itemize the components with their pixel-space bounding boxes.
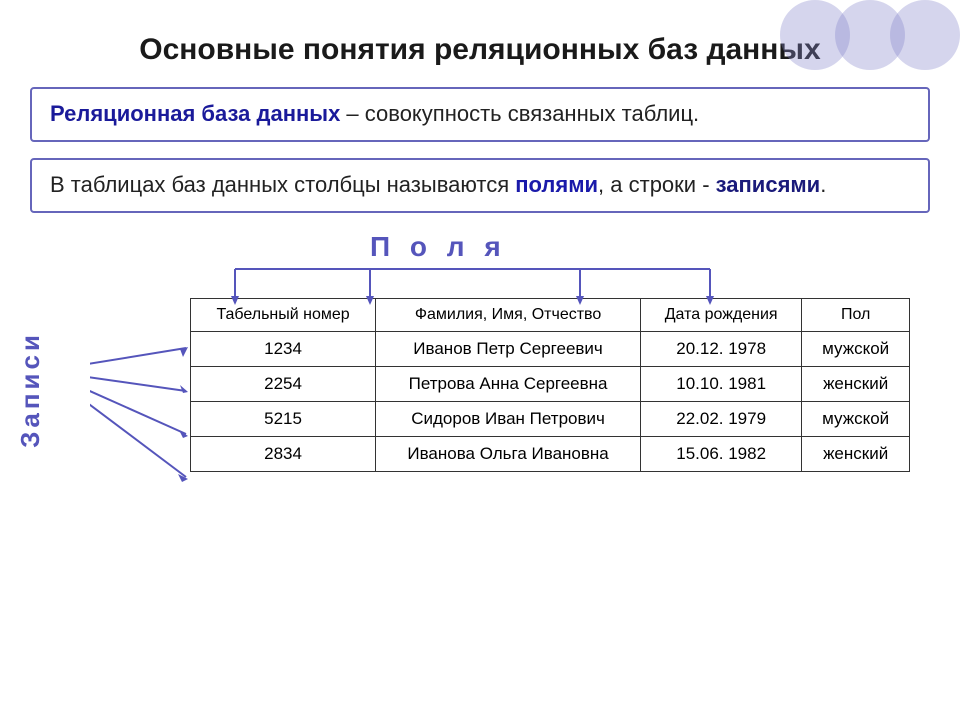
cell-1-3: женский: [802, 366, 910, 401]
col-header-2: Фамилия, Имя, Отчество: [376, 298, 641, 331]
records-label: Записи: [15, 331, 46, 448]
table-row: 2254Петрова Анна Сергеевна10.10. 1981жен…: [191, 366, 910, 401]
cell-2-1: Сидоров Иван Петрович: [376, 401, 641, 436]
col-header-4: Пол: [802, 298, 910, 331]
cell-1-2: 10.10. 1981: [641, 366, 802, 401]
diagram-area: Записи П о л я Табельный номер Фамилия, …: [90, 231, 930, 472]
table-row: 5215Сидоров Иван Петрович22.02. 1979мужс…: [191, 401, 910, 436]
cell-0-0: 1234: [191, 331, 376, 366]
col-header-1: Табельный номер: [191, 298, 376, 331]
table-wrapper: Табельный номер Фамилия, Имя, Отчество Д…: [190, 298, 930, 472]
cell-3-2: 15.06. 1982: [641, 436, 802, 471]
records-label-wrapper: Записи: [15, 331, 46, 453]
cell-2-3: мужской: [802, 401, 910, 436]
cell-3-0: 2834: [191, 436, 376, 471]
info-end: .: [820, 172, 826, 197]
info-before: В таблицах баз данных столбцы называются: [50, 172, 515, 197]
cell-1-1: Петрова Анна Сергеевна: [376, 366, 641, 401]
table-row: 2834Иванова Ольга Ивановна15.06. 1982жен…: [191, 436, 910, 471]
info-middle: , а строки -: [598, 172, 716, 197]
definition-box: Реляционная база данных – совокупность с…: [30, 87, 930, 142]
database-table: Табельный номер Фамилия, Имя, Отчество Д…: [190, 298, 910, 472]
cell-2-2: 22.02. 1979: [641, 401, 802, 436]
table-row: 1234Иванов Петр Сергеевич20.12. 1978мужс…: [191, 331, 910, 366]
cell-0-3: мужской: [802, 331, 910, 366]
cell-0-2: 20.12. 1978: [641, 331, 802, 366]
decorative-circles: [780, 0, 960, 70]
deco-circle-3: [890, 0, 960, 70]
cell-1-0: 2254: [191, 366, 376, 401]
info-box: В таблицах баз данных столбцы называются…: [30, 158, 930, 213]
cell-3-1: Иванова Ольга Ивановна: [376, 436, 641, 471]
info-fields: полями: [515, 172, 598, 197]
table-header-row: Табельный номер Фамилия, Имя, Отчество Д…: [191, 298, 910, 331]
slide: Основные понятия реляционных баз данных …: [0, 0, 960, 720]
cell-3-3: женский: [802, 436, 910, 471]
definition-rest: – совокупность связанных таблиц.: [340, 101, 699, 126]
info-records: записями: [716, 172, 821, 197]
definition-term: Реляционная база данных: [50, 101, 340, 126]
cell-2-0: 5215: [191, 401, 376, 436]
fields-label: П о л я: [370, 231, 930, 263]
col-header-3: Дата рождения: [641, 298, 802, 331]
cell-0-1: Иванов Петр Сергеевич: [376, 331, 641, 366]
